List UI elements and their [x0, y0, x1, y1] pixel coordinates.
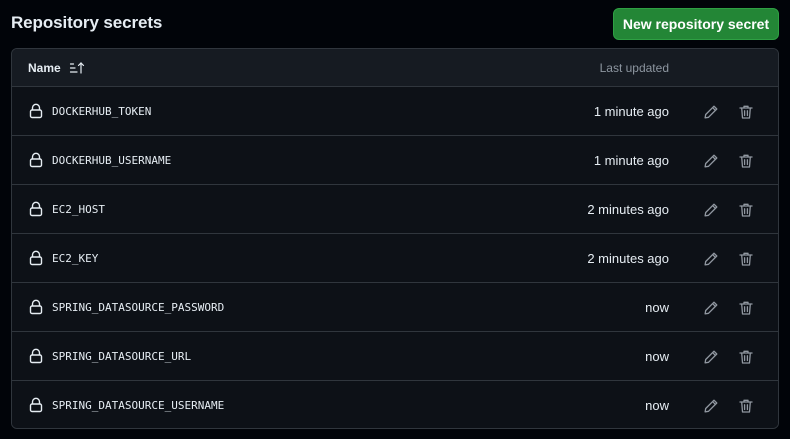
- secrets-page: Repository secrets New repository secret…: [0, 0, 790, 439]
- lock-icon: [29, 348, 43, 364]
- secret-last-updated: 2 minutes ago: [587, 202, 669, 217]
- secret-row: EC2_KEY 2 minutes ago: [12, 234, 778, 283]
- secrets-table: Name Last updated DOCKERHUB_TOKEN 1 minu…: [11, 48, 779, 429]
- secret-last-updated: 1 minute ago: [593, 153, 669, 168]
- lock-icon: [29, 299, 43, 315]
- secret-row: DOCKERHUB_TOKEN 1 minute ago: [12, 87, 778, 136]
- secret-last-updated: 1 minute ago: [593, 104, 669, 119]
- secret-row: SPRING_DATASOURCE_USERNAME now: [12, 381, 778, 428]
- secret-row: EC2_HOST 2 minutes ago: [12, 185, 778, 234]
- secrets-header: Repository secrets New repository secret: [0, 0, 790, 48]
- sort-ascending-icon[interactable]: [69, 61, 85, 75]
- lock-icon: [29, 201, 43, 217]
- secret-row: SPRING_DATASOURCE_URL now: [12, 332, 778, 381]
- secret-last-updated: now: [645, 349, 669, 364]
- column-header-name-label: Name: [28, 61, 61, 75]
- pencil-icon[interactable]: [701, 200, 721, 220]
- secret-last-updated: 2 minutes ago: [587, 251, 669, 266]
- secret-name: DOCKERHUB_TOKEN: [52, 105, 152, 118]
- column-header-name: Name: [28, 61, 85, 75]
- pencil-icon[interactable]: [701, 249, 721, 269]
- trash-icon[interactable]: [736, 102, 756, 122]
- pencil-icon[interactable]: [701, 102, 721, 122]
- pencil-icon[interactable]: [701, 396, 721, 416]
- lock-icon: [29, 250, 43, 266]
- trash-icon[interactable]: [736, 200, 756, 220]
- secret-name: SPRING_DATASOURCE_PASSWORD: [52, 301, 225, 314]
- secret-name: SPRING_DATASOURCE_URL: [52, 350, 192, 363]
- trash-icon[interactable]: [736, 396, 756, 416]
- table-header: Name Last updated: [12, 49, 778, 87]
- new-repository-secret-button[interactable]: New repository secret: [613, 8, 779, 40]
- secret-name: EC2_HOST: [52, 203, 105, 216]
- secret-name: DOCKERHUB_USERNAME: [52, 154, 172, 167]
- secret-name: EC2_KEY: [52, 252, 99, 265]
- lock-icon: [29, 152, 43, 168]
- trash-icon[interactable]: [736, 347, 756, 367]
- column-header-last-updated: Last updated: [599, 61, 669, 75]
- trash-icon[interactable]: [736, 298, 756, 318]
- pencil-icon[interactable]: [701, 151, 721, 171]
- secret-last-updated: now: [645, 398, 669, 413]
- lock-icon: [29, 397, 43, 413]
- secret-name: SPRING_DATASOURCE_USERNAME: [52, 399, 225, 412]
- pencil-icon[interactable]: [701, 347, 721, 367]
- secret-row: SPRING_DATASOURCE_PASSWORD now: [12, 283, 778, 332]
- lock-icon: [29, 103, 43, 119]
- secret-last-updated: now: [645, 300, 669, 315]
- secret-row: DOCKERHUB_USERNAME 1 minute ago: [12, 136, 778, 185]
- pencil-icon[interactable]: [701, 298, 721, 318]
- page-title: Repository secrets: [11, 13, 163, 32]
- table-body: DOCKERHUB_TOKEN 1 minute ago DOCKERHUB_U…: [12, 87, 778, 428]
- trash-icon[interactable]: [736, 249, 756, 269]
- trash-icon[interactable]: [736, 151, 756, 171]
